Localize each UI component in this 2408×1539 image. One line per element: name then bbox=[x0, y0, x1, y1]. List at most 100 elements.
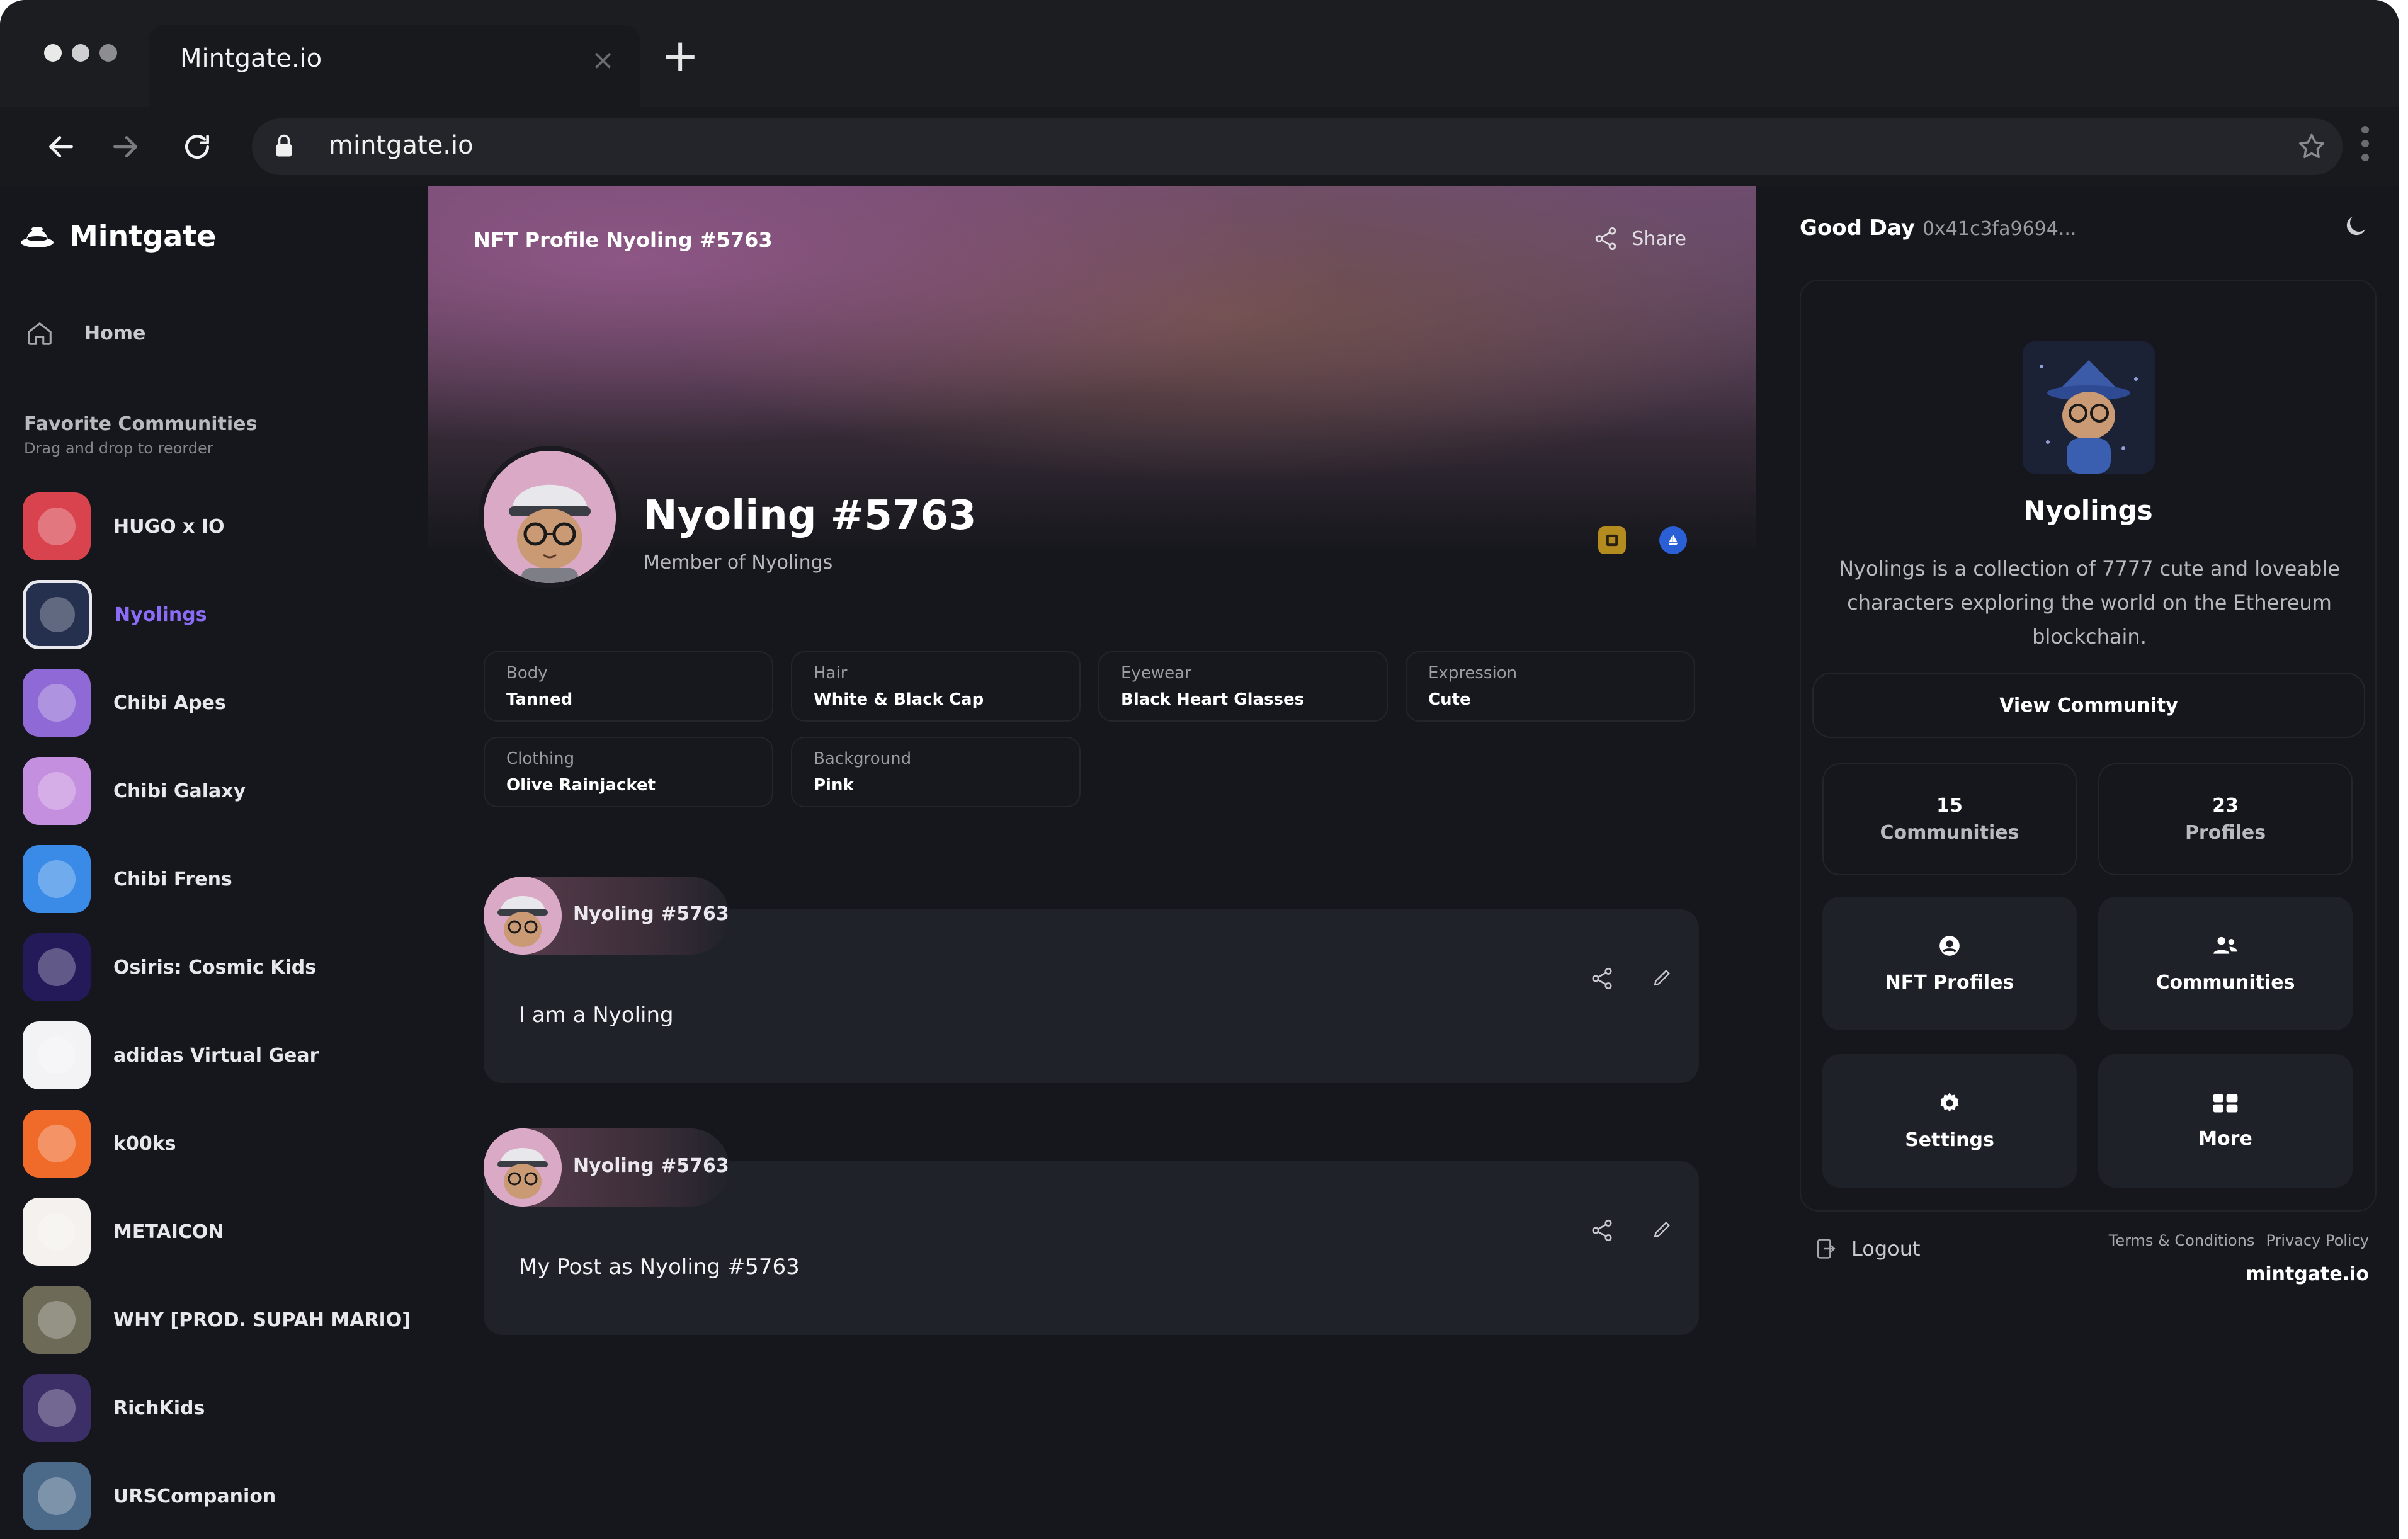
stat-communities[interactable]: 15 Communities bbox=[1822, 763, 2077, 875]
reload-button[interactable] bbox=[175, 125, 219, 169]
tile-label: Communities bbox=[2155, 971, 2295, 994]
reload-icon bbox=[185, 135, 209, 159]
right-panel: Good Day 0x41c3fa9694... Nyolings Nyolin… bbox=[1756, 186, 2399, 1539]
stat-number: 15 bbox=[1936, 795, 1963, 817]
more-tile[interactable]: More bbox=[2098, 1054, 2353, 1188]
sidebar-community-item[interactable]: Chibi Apes bbox=[23, 659, 413, 747]
sidebar-community-item[interactable]: WHY [PROD. SUPAH MARIO] bbox=[23, 1276, 413, 1364]
mintgate-logo-icon bbox=[21, 227, 54, 247]
browser-toolbar: mintgate.io bbox=[0, 107, 2399, 186]
opensea-badge-icon[interactable] bbox=[1659, 526, 1687, 554]
favorites-title: Favorite Communities bbox=[24, 413, 258, 435]
sidebar-community-item[interactable]: Nyolings bbox=[23, 571, 413, 659]
community-avatar-shape bbox=[37, 1300, 76, 1339]
sidebar-community-item[interactable]: Chibi Galaxy bbox=[23, 747, 413, 835]
post-author-name: Nyoling #5763 bbox=[573, 1155, 729, 1177]
community-avatar-shape bbox=[37, 1477, 76, 1516]
community-image bbox=[2023, 341, 2155, 474]
sidebar-community-item[interactable]: Osiris: Cosmic Kids bbox=[23, 923, 413, 1011]
post: I am a Nyoling Nyoling #5763 bbox=[484, 877, 1699, 1083]
communities-tile[interactable]: Communities bbox=[2098, 897, 2353, 1030]
brand-logo[interactable]: Mintgate bbox=[19, 219, 216, 253]
trait-value: White & Black Cap bbox=[814, 690, 984, 709]
community-name: Nyolings bbox=[2023, 495, 2153, 526]
arrow-right-icon bbox=[113, 136, 137, 157]
post-edit-icon[interactable] bbox=[1651, 966, 1674, 991]
share-button[interactable]: Share bbox=[1593, 225, 1686, 252]
trait-card: Eyewear Black Heart Glasses bbox=[1098, 651, 1388, 722]
post-author-pill[interactable]: Nyoling #5763 bbox=[484, 877, 729, 955]
community-label: adidas Virtual Gear bbox=[113, 1044, 319, 1067]
post-edit-icon[interactable] bbox=[1651, 1218, 1674, 1243]
url-text: mintgate.io bbox=[329, 131, 474, 160]
new-tab-button[interactable]: + bbox=[661, 33, 699, 78]
favorite-communities-list: HUGO x IO Nyolings Chibi Apes Chibi Galaxy C… bbox=[23, 482, 413, 1539]
community-avatar-shape bbox=[37, 1212, 76, 1251]
stat-label: Communities bbox=[1880, 822, 2019, 844]
minimize-window-dot[interactable] bbox=[72, 44, 89, 62]
sidebar-item-home[interactable]: Home bbox=[25, 319, 145, 348]
community-label: WHY [PROD. SUPAH MARIO] bbox=[113, 1309, 411, 1331]
browser-tab[interactable]: Mintgate.io × bbox=[149, 25, 640, 107]
sidebar-community-item[interactable]: Chibi Frens bbox=[23, 835, 413, 923]
sidebar-community-item[interactable]: RichKids bbox=[23, 1364, 413, 1452]
trait-value: Black Heart Glasses bbox=[1121, 690, 1305, 709]
community-label: RichKids bbox=[113, 1397, 205, 1419]
community-avatar bbox=[23, 1021, 91, 1089]
logout-button[interactable]: Logout bbox=[1816, 1237, 1921, 1261]
community-avatar bbox=[23, 580, 92, 649]
view-community-button[interactable]: View Community bbox=[1812, 673, 2365, 738]
nft-profiles-tile[interactable]: NFT Profiles bbox=[1822, 897, 2077, 1030]
post-author-pill[interactable]: Nyoling #5763 bbox=[484, 1128, 729, 1207]
tile-label: More bbox=[2198, 1127, 2252, 1150]
profile-membership: Member of Nyolings bbox=[644, 552, 833, 574]
community-label: Chibi Frens bbox=[113, 868, 232, 890]
post-share-icon[interactable] bbox=[1589, 966, 1615, 994]
post: My Post as Nyoling #5763 Nyoling #5763 bbox=[484, 1128, 1699, 1335]
tab-bar: Mintgate.io × + bbox=[0, 0, 2399, 107]
browser-menu-icon[interactable] bbox=[2361, 126, 2369, 161]
community-avatar bbox=[23, 757, 91, 825]
community-avatar bbox=[23, 669, 91, 737]
back-button[interactable] bbox=[39, 125, 83, 169]
community-avatar bbox=[23, 1286, 91, 1354]
sidebar-community-item[interactable]: k00ks bbox=[23, 1099, 413, 1188]
main-content: NFT Profile Nyoling #5763 Share Nyoling … bbox=[428, 186, 1756, 1539]
app: Mintgate Home Favorite Communities Drag … bbox=[0, 186, 2399, 1539]
community-avatar bbox=[23, 1110, 91, 1178]
trait-card: Clothing Olive Rainjacket bbox=[484, 737, 773, 807]
community-label: Chibi Apes bbox=[113, 691, 226, 714]
greeting-text: Good Day bbox=[1800, 215, 1916, 241]
bookmark-star-icon[interactable] bbox=[2296, 131, 2327, 165]
address-bar[interactable]: mintgate.io bbox=[252, 118, 2343, 175]
post-author-avatar bbox=[484, 877, 562, 955]
sidebar-community-item[interactable]: adidas Virtual Gear bbox=[23, 1011, 413, 1099]
greeting: Good Day 0x41c3fa9694... bbox=[1800, 215, 2076, 241]
stat-profiles[interactable]: 23 Profiles bbox=[2098, 763, 2353, 875]
maximize-window-dot[interactable] bbox=[99, 44, 117, 62]
sidebar-community-item[interactable]: URSCompanion bbox=[23, 1452, 413, 1539]
privacy-link[interactable]: Privacy Policy bbox=[2266, 1232, 2369, 1249]
sidebar-community-item[interactable]: HUGO x IO bbox=[23, 482, 413, 571]
community-label: URSCompanion bbox=[113, 1485, 276, 1508]
community-avatar-shape bbox=[37, 1036, 76, 1075]
tab-close-icon[interactable]: × bbox=[591, 44, 615, 76]
lock-icon bbox=[275, 133, 293, 161]
marketplace-badge-icon[interactable] bbox=[1598, 526, 1626, 554]
post-text: I am a Nyoling bbox=[519, 1002, 674, 1028]
terms-link[interactable]: Terms & Conditions bbox=[2109, 1232, 2255, 1249]
stat-number: 23 bbox=[2212, 795, 2239, 817]
post-share-icon[interactable] bbox=[1589, 1218, 1615, 1246]
trait-card: Expression Cute bbox=[1406, 651, 1695, 722]
dark-mode-toggle[interactable] bbox=[2341, 212, 2370, 243]
gear-icon bbox=[1940, 1092, 1959, 1111]
community-label: Nyolings bbox=[115, 603, 207, 626]
settings-tile[interactable]: Settings bbox=[1822, 1054, 2077, 1188]
close-window-dot[interactable] bbox=[44, 44, 62, 62]
footer-domain[interactable]: mintgate.io bbox=[2246, 1263, 2369, 1285]
forward-button[interactable] bbox=[103, 125, 147, 169]
sidebar: Mintgate Home Favorite Communities Drag … bbox=[0, 186, 429, 1539]
community-label: Osiris: Cosmic Kids bbox=[113, 956, 317, 979]
community-avatar bbox=[23, 1198, 91, 1266]
sidebar-community-item[interactable]: METAICON bbox=[23, 1188, 413, 1276]
